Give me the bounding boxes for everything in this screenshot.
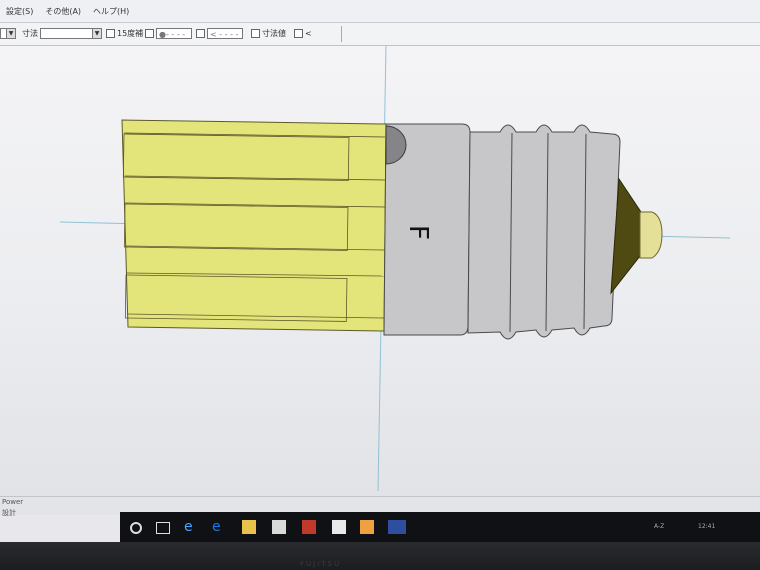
monitor-bezel: FUJITSU <box>0 542 760 570</box>
search-icon[interactable] <box>130 522 142 534</box>
cad-drawing: F <box>59 45 731 492</box>
status-text-bottom: 設計 <box>2 509 16 517</box>
check-size-value-label: 寸法値 <box>262 29 286 38</box>
bulb-tip <box>639 211 663 259</box>
check-15deg[interactable] <box>106 29 115 38</box>
check-arrow-style[interactable] <box>196 29 205 38</box>
tray-clock: 12:41 <box>698 523 716 530</box>
mail-icon[interactable] <box>332 520 346 534</box>
toolbar-separator <box>341 26 342 42</box>
check-dot-style[interactable] <box>145 29 154 38</box>
menu-bar: 設定(S) その他(A) ヘルプ(H) <box>0 0 760 23</box>
line-style-b[interactable]: < - - - - <box>207 28 243 39</box>
brand-logo: FUJITSU <box>300 560 342 568</box>
status-text-top: Power <box>2 498 24 506</box>
check-size-value[interactable] <box>251 29 260 38</box>
edge-icon[interactable]: e <box>184 520 198 534</box>
size-combo[interactable]: ▼ <box>40 28 102 39</box>
jww-icon[interactable] <box>388 520 406 534</box>
menu-item-settings[interactable]: 設定(S) <box>0 6 39 17</box>
menu-item-other[interactable]: その他(A) <box>39 6 87 17</box>
check-15deg-label: 15度補 <box>117 29 144 38</box>
check-less-label: < <box>305 29 312 38</box>
ie-icon[interactable]: e <box>212 520 226 534</box>
store-icon[interactable] <box>272 520 286 534</box>
task-view-icon[interactable] <box>156 522 170 534</box>
drawing-canvas[interactable]: F <box>0 45 760 496</box>
tray-ime: A-Z <box>654 523 665 530</box>
part-letter: F <box>403 225 433 240</box>
toolbar: ▼ 寸法 ▼ 15度補 ●- - - - < - - - - 寸法値 < <box>0 23 760 46</box>
app-icon[interactable] <box>360 520 374 534</box>
menu-item-help[interactable]: ヘルプ(H) <box>87 6 135 17</box>
layer-combo[interactable]: ▼ <box>0 28 16 39</box>
chevron-down-icon: ▼ <box>6 29 15 38</box>
folder-icon[interactable] <box>242 520 256 534</box>
taskbar: e e A-Z 12:41 <box>120 512 760 542</box>
media-icon[interactable] <box>302 520 316 534</box>
check-less[interactable] <box>294 29 303 38</box>
chevron-down-icon: ▼ <box>92 29 101 38</box>
threaded-section <box>467 124 621 340</box>
line-style-a[interactable]: ●- - - - <box>156 28 192 39</box>
size-label: 寸法 <box>22 29 38 38</box>
